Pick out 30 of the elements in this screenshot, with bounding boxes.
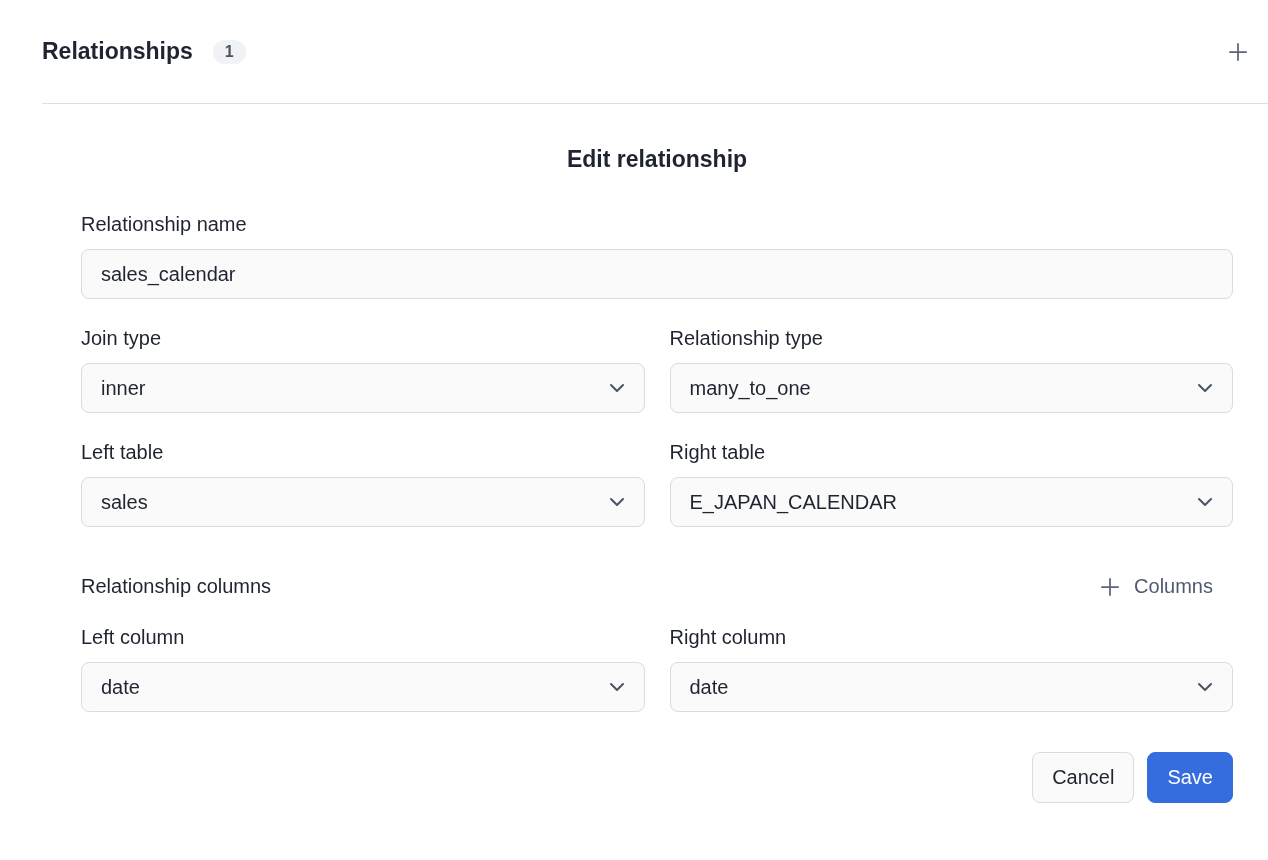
field-label: Relationship name [81, 213, 248, 236]
save-button[interactable]: Save [1147, 752, 1233, 803]
field-label: Left column [81, 626, 186, 649]
field-label: Right table [669, 441, 767, 464]
select-dropdown[interactable]: inner [81, 363, 645, 413]
chevron-down-icon [608, 383, 625, 393]
field-label: Left table [81, 441, 165, 464]
select-dropdown[interactable]: sales [81, 477, 645, 527]
chevron-down-icon [1197, 682, 1213, 692]
cancel-button[interactable]: Cancel [1032, 752, 1135, 803]
plus-icon [1100, 576, 1121, 597]
field-label: Right column [669, 626, 788, 649]
count-badge: 1 [212, 39, 246, 64]
select-dropdown[interactable]: date [669, 662, 1233, 712]
section-title: Relationships [42, 38, 193, 65]
add-columns-button[interactable]: Columns [1100, 575, 1233, 598]
select-dropdown[interactable]: many_to_one [669, 363, 1233, 413]
field-label: Relationship type [669, 327, 824, 350]
form-title: Edit relationship [565, 146, 749, 173]
chevron-down-icon [1197, 383, 1213, 393]
chevron-down-icon [1197, 497, 1213, 507]
section-label: Relationship columns [81, 575, 272, 598]
select-dropdown[interactable]: date [81, 662, 645, 712]
chevron-down-icon [608, 682, 625, 692]
select-dropdown[interactable]: E_JAPAN_CALENDAR [669, 477, 1233, 527]
chevron-down-icon [608, 497, 625, 507]
field-label: Join type [81, 327, 163, 350]
plus-icon [1228, 41, 1248, 62]
add-button[interactable] [1228, 41, 1248, 62]
name-input[interactable]: sales_calendar [81, 249, 1233, 299]
